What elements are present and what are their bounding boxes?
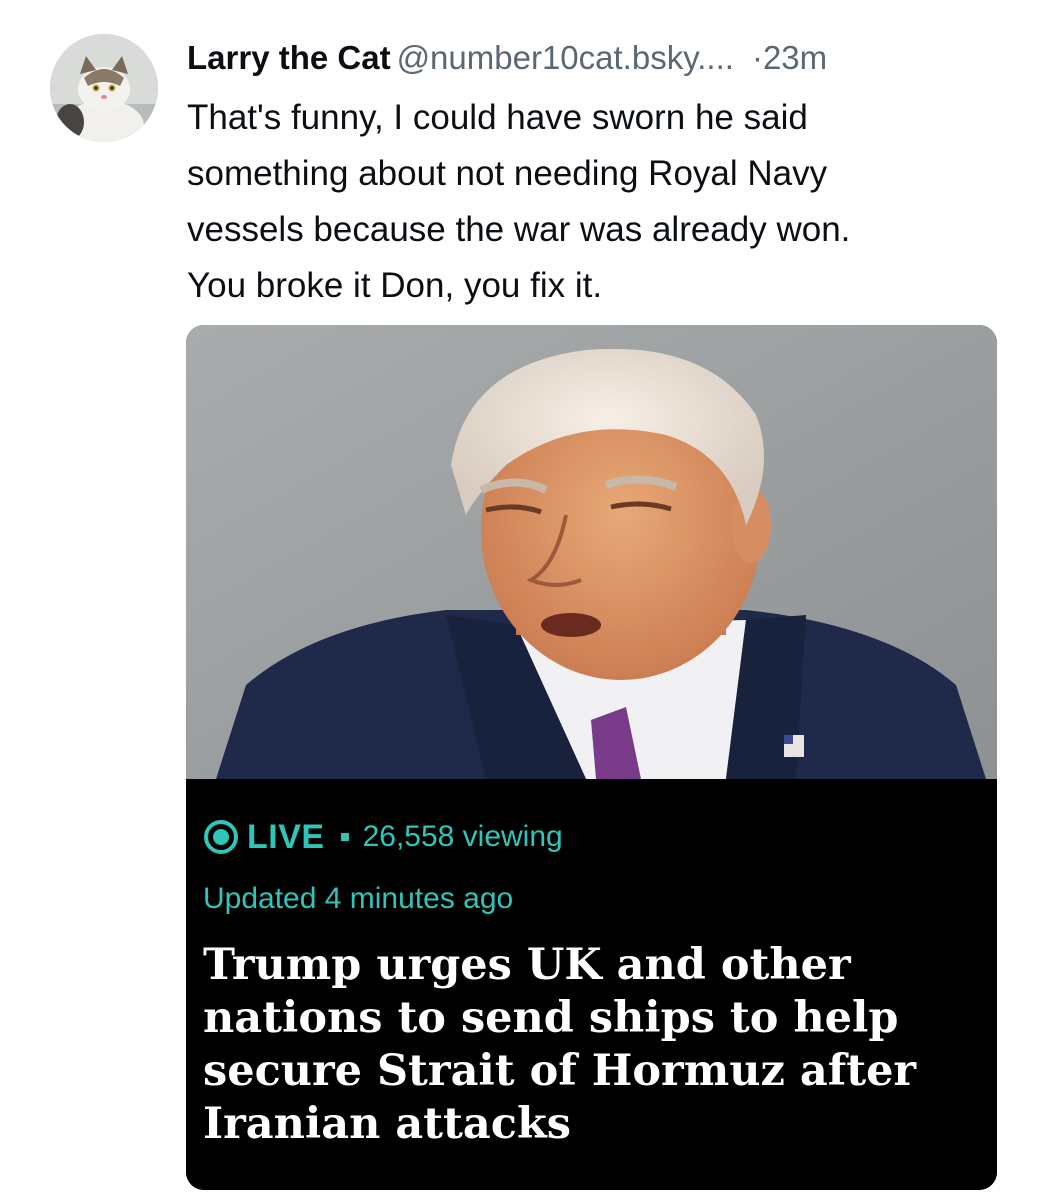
- news-headline[interactable]: Trump urges UK and other nations to send…: [203, 939, 983, 1151]
- updated-timestamp: Updated 4 minutes ago: [203, 882, 514, 915]
- post-text-line: You broke it Don, you fix it.: [187, 266, 603, 305]
- live-radio-icon: [203, 819, 239, 855]
- live-indicator-row: LIVE 26,558 viewing: [203, 815, 563, 859]
- headline-line: secure Strait of Hormuz after: [203, 1046, 917, 1096]
- embedded-news-card[interactable]: LIVE 26,558 viewing Updated 4 minutes ag…: [186, 325, 997, 1190]
- headline-line: Iranian attacks: [203, 1099, 571, 1149]
- news-photo: [186, 325, 997, 779]
- live-separator: [340, 833, 349, 841]
- news-caption: LIVE 26,558 viewing Updated 4 minutes ag…: [186, 779, 997, 1190]
- author-name[interactable]: Larry the Cat: [187, 39, 391, 76]
- social-post: Larry the Cat @number10cat.bsky.... ·23m T…: [0, 0, 1037, 1200]
- post-text-line: something about not needing Royal Navy: [187, 154, 828, 193]
- author-avatar[interactable]: [50, 34, 158, 142]
- post-body: That's funny, I could have sworn he said…: [187, 90, 1007, 314]
- portrait-photo-image: [186, 325, 997, 779]
- headline-line: nations to send ships to help: [203, 993, 899, 1043]
- cat-avatar-image: [50, 34, 158, 142]
- author-handle[interactable]: @number10cat.bsky....: [397, 39, 734, 76]
- headline-line: Trump urges UK and other: [203, 940, 851, 990]
- live-label: LIVE: [247, 817, 325, 856]
- post-text-line: vessels because the war was already won.: [187, 210, 851, 249]
- header-separator: ·: [751, 39, 763, 76]
- viewer-count: 26,558 viewing: [362, 820, 563, 853]
- post-timestamp[interactable]: 23m: [763, 39, 827, 76]
- post-text-line: That's funny, I could have sworn he said: [187, 98, 808, 137]
- post-header: Larry the Cat @number10cat.bsky.... ·23m: [187, 36, 827, 80]
